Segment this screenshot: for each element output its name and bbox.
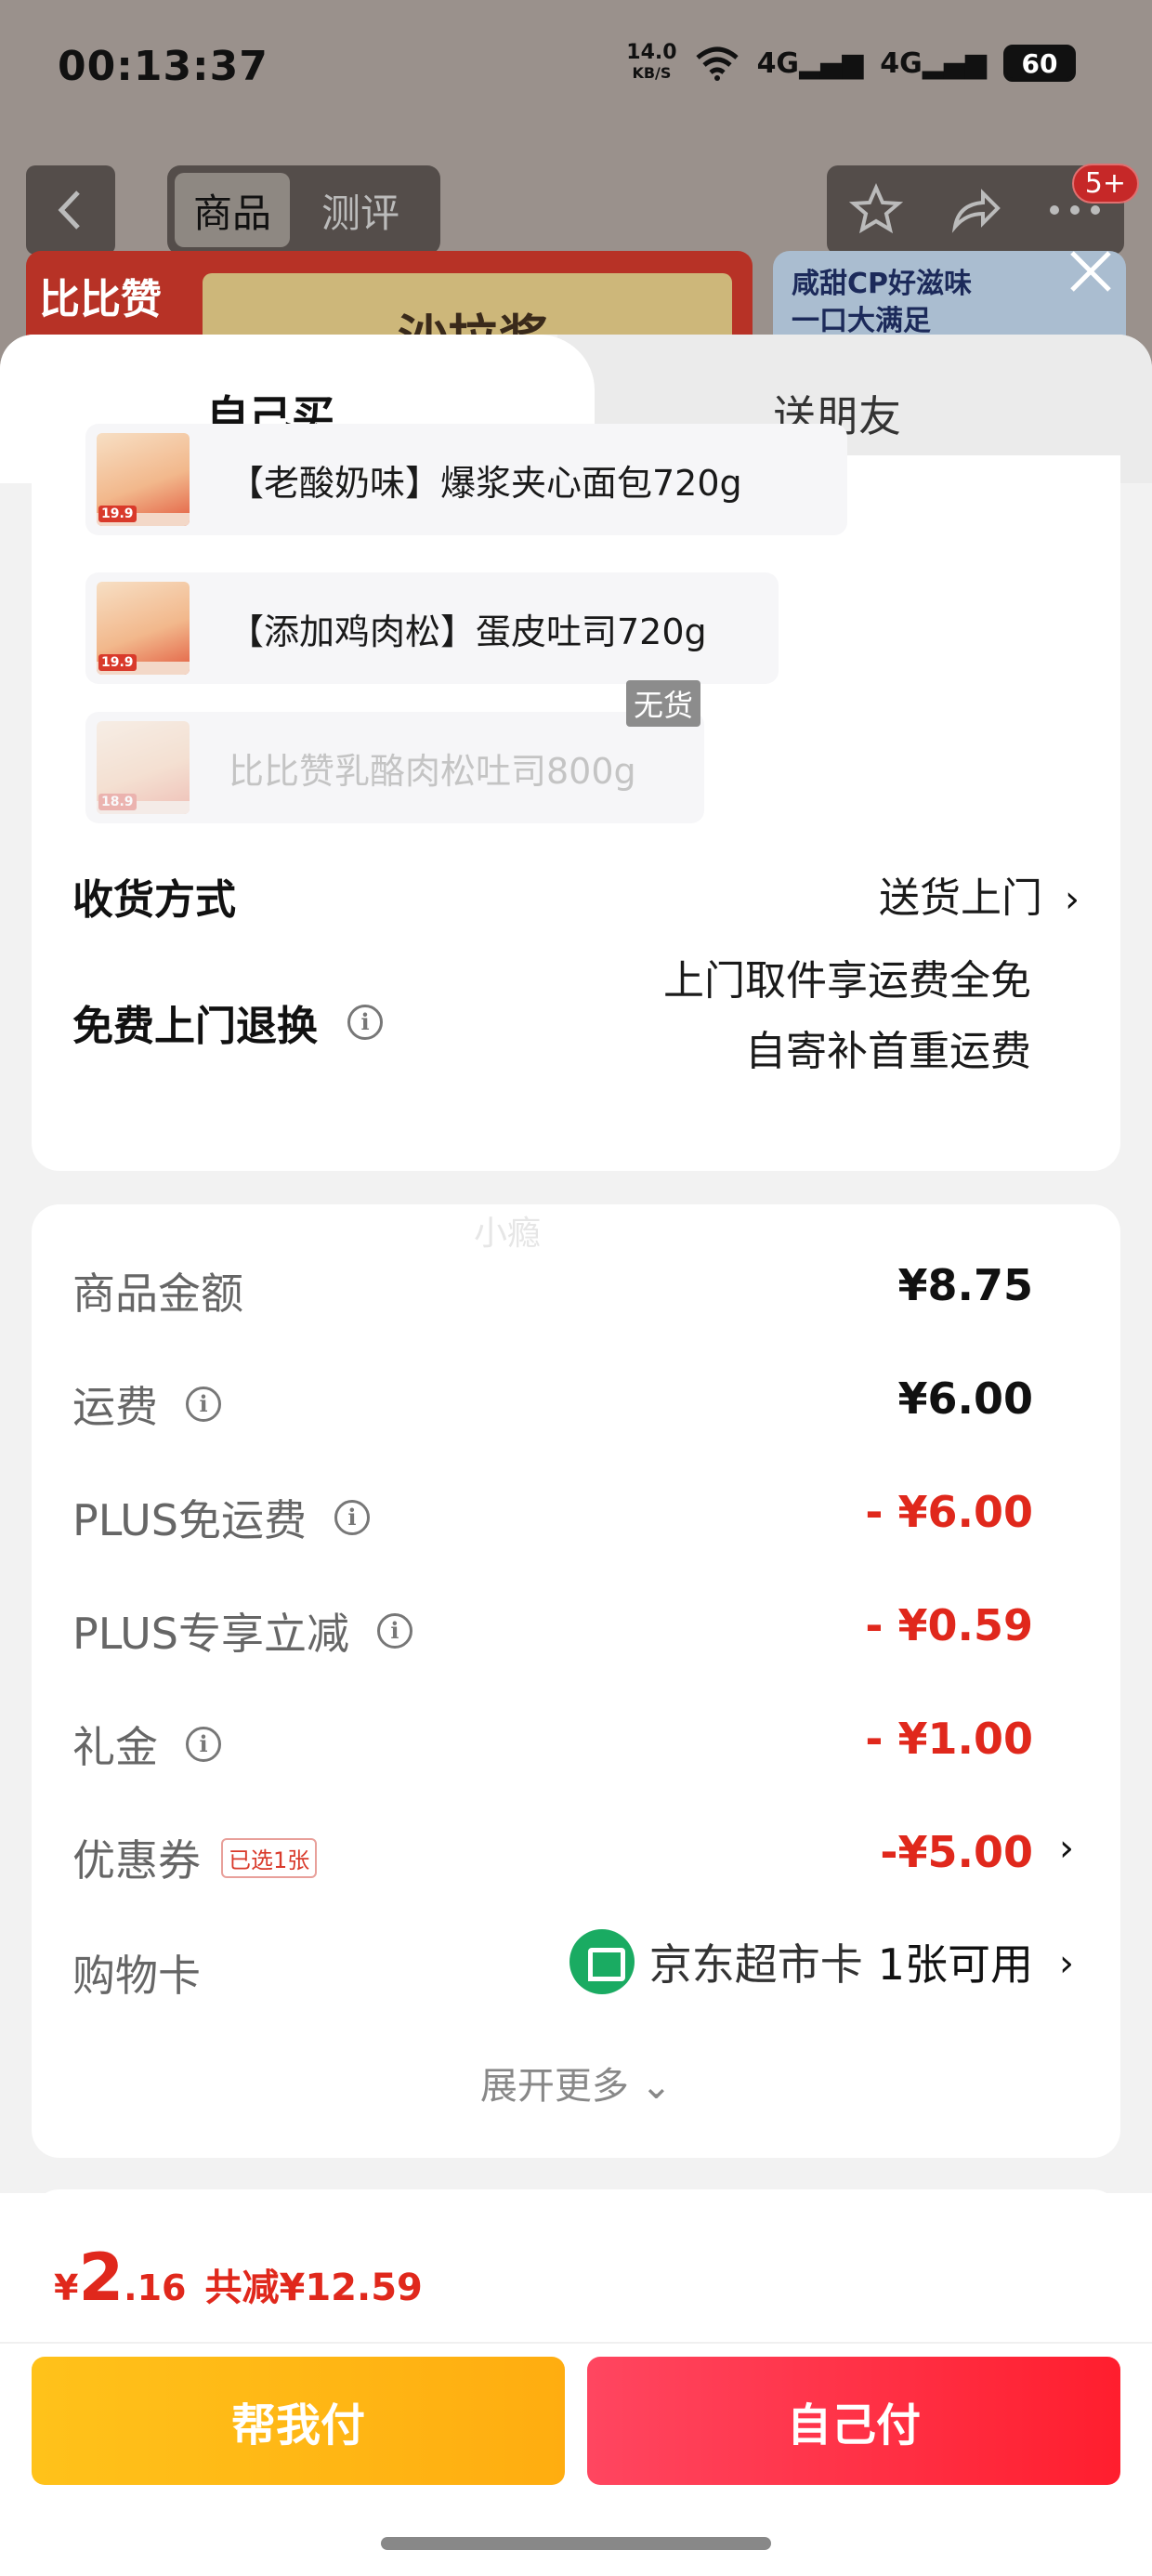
shipping-value: ¥6.00 — [897, 1373, 1033, 1424]
home-indicator[interactable] — [381, 2537, 771, 2550]
status-bar: 00:13:37 14.0 KB/S 4G▂▄▆ 4G▂▄▆ 60 — [0, 0, 1152, 139]
status-time: 00:13:37 — [58, 43, 268, 90]
product-review-switch: 商品 测评 — [167, 165, 440, 255]
info-icon[interactable]: i — [334, 1500, 370, 1535]
brand-logo: 比比赞 — [39, 276, 162, 323]
tab-review[interactable]: 测评 — [303, 173, 418, 247]
coupon-row[interactable]: 优惠券 已选1张 — [72, 1827, 318, 1888]
chevron-down-icon: ⌄ — [640, 2065, 673, 2108]
total-price: ¥ 2 .16 共减¥12.59 — [54, 2240, 423, 2316]
price-breakdown-card: 商品金额 ¥8.75 运费 i ¥6.00 PLUS免运费 i - ¥6.00 PL… — [32, 1204, 1120, 2158]
help-me-pay-button[interactable]: 帮我付 — [32, 2357, 565, 2485]
coupon-selected-tag: 已选1张 — [221, 1837, 318, 1878]
product-thumbnail: 19.9 — [97, 433, 190, 526]
shipping-label: 运费 i — [72, 1373, 221, 1435]
info-icon[interactable]: i — [186, 1387, 221, 1422]
list-item[interactable]: 19.9 【老酸奶味】爆浆夹心面包720g — [85, 424, 847, 535]
status-icons: 14.0 KB/S 4G▂▄▆ 4G▂▄▆ 60 — [626, 43, 1076, 84]
subtotal-value: ¥8.75 — [897, 1260, 1033, 1310]
plus-free-shipping-label: PLUS免运费 i — [72, 1487, 370, 1548]
signal-icon: 4G▂▄▆ — [756, 46, 864, 80]
tab-product[interactable]: 商品 — [175, 173, 291, 247]
return-policy: 上门取件享运费全免 自寄补首重运费 — [663, 957, 1031, 1075]
coupon-value: -¥5.00 — [880, 1827, 1033, 1877]
star-icon[interactable] — [848, 182, 904, 238]
delivery-label: 收货方式 — [72, 876, 236, 924]
delivery-method[interactable]: 送货上门 › — [879, 864, 1080, 924]
wifi-icon — [695, 46, 739, 81]
background-page: 00:13:37 14.0 KB/S 4G▂▄▆ 4G▂▄▆ 60 商品 测评 — [0, 0, 1152, 390]
chevron-left-icon — [58, 191, 80, 230]
shopping-card-selector[interactable]: 京东超市卡 1张可用 — [569, 1929, 1033, 1994]
back-button[interactable] — [26, 165, 115, 255]
watermark: 小瘾 — [474, 1215, 542, 1253]
expand-more-button[interactable]: 展开更多 ⌄ — [32, 2056, 1120, 2109]
signal-icon-2: 4G▂▄▆ — [880, 46, 987, 80]
list-item-out-of-stock: 18.9 比比赞乳酪肉松吐司800g — [85, 712, 704, 823]
product-name: 【添加鸡肉松】蛋皮吐司720g — [229, 611, 707, 652]
product-thumbnail: 19.9 — [97, 582, 190, 675]
share-icon[interactable] — [948, 182, 1003, 238]
plus-discount-value: - ¥0.59 — [865, 1600, 1033, 1650]
info-icon[interactable]: i — [347, 1005, 383, 1040]
out-of-stock-badge: 无货 — [626, 680, 701, 727]
gift-money-value: - ¥1.00 — [865, 1714, 1033, 1764]
net-speed: 14.0 KB/S — [626, 41, 677, 83]
checkout-footer: ¥ 2 .16 共减¥12.59 帮我付 自己付 — [0, 2193, 1152, 2576]
list-item[interactable]: 19.9 【添加鸡肉松】蛋皮吐司720g — [85, 572, 779, 684]
close-icon[interactable] — [1063, 243, 1119, 299]
plus-free-shipping-value: - ¥6.00 — [865, 1487, 1033, 1537]
product-name: 【老酸奶味】爆浆夹心面包720g — [229, 462, 742, 504]
plus-discount-label: PLUS专享立减 i — [72, 1600, 412, 1662]
chevron-right-icon: › — [1065, 878, 1080, 921]
shopping-card-label: 购物卡 — [72, 1951, 201, 2001]
more-icon[interactable] — [1047, 201, 1103, 219]
info-icon[interactable]: i — [186, 1727, 221, 1762]
total-saved: 共减¥12.59 — [204, 2267, 423, 2309]
product-thumbnail: 18.9 — [97, 721, 190, 814]
subtotal-label: 商品金额 — [72, 1268, 243, 1319]
product-name: 比比赞乳酪肉松吐司800g — [229, 750, 636, 792]
divider — [0, 2342, 1152, 2344]
jd-supermarket-card-icon — [569, 1929, 635, 1994]
message-badge: 5+ — [1071, 164, 1139, 204]
chevron-right-icon[interactable]: › — [1059, 1827, 1074, 1870]
pay-myself-button[interactable]: 自己付 — [587, 2357, 1120, 2485]
info-icon[interactable]: i — [376, 1613, 412, 1649]
battery-icon: 60 — [1003, 45, 1076, 82]
order-items-card: 19.9 【老酸奶味】爆浆夹心面包720g 19.9 【添加鸡肉松】蛋皮吐司72… — [32, 424, 1120, 1171]
return-label: 免费上门退换 i — [72, 992, 383, 1052]
gift-money-label: 礼金 i — [72, 1714, 221, 1775]
chevron-right-icon[interactable]: › — [1059, 1942, 1074, 1985]
